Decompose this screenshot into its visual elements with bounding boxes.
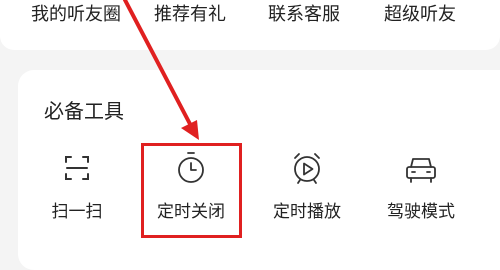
shortcut-super-listener[interactable]: 超级听友 [384, 0, 456, 30]
timer-icon [178, 152, 204, 183]
section-title: 必备工具 [44, 99, 124, 123]
shortcut-contact-support[interactable]: 联系客服 [268, 0, 340, 30]
tool-scan[interactable]: 扫一扫 [22, 148, 132, 238]
tool-driving-mode-label: 驾驶模式 [387, 202, 455, 222]
scan-icon [65, 156, 89, 180]
car-icon [406, 158, 436, 183]
alarm-play-icon [294, 153, 320, 184]
tool-scheduled-play[interactable]: 定时播放 [252, 148, 362, 238]
shortcut-recommend-gift[interactable]: 推荐有礼 [154, 0, 226, 30]
top-shortcuts-card: 我的听友圈 推荐有礼 联系客服 超级听友 [0, 0, 500, 50]
tool-driving-mode[interactable]: 驾驶模式 [366, 148, 476, 238]
tool-scan-label: 扫一扫 [51, 202, 103, 222]
tool-timer-off[interactable]: 定时关闭 [136, 148, 246, 238]
tool-scheduled-play-label: 定时播放 [273, 202, 341, 222]
tool-timer-off-label: 定时关闭 [157, 202, 225, 222]
shortcut-my-listener-circle[interactable]: 我的听友圈 [31, 0, 121, 30]
